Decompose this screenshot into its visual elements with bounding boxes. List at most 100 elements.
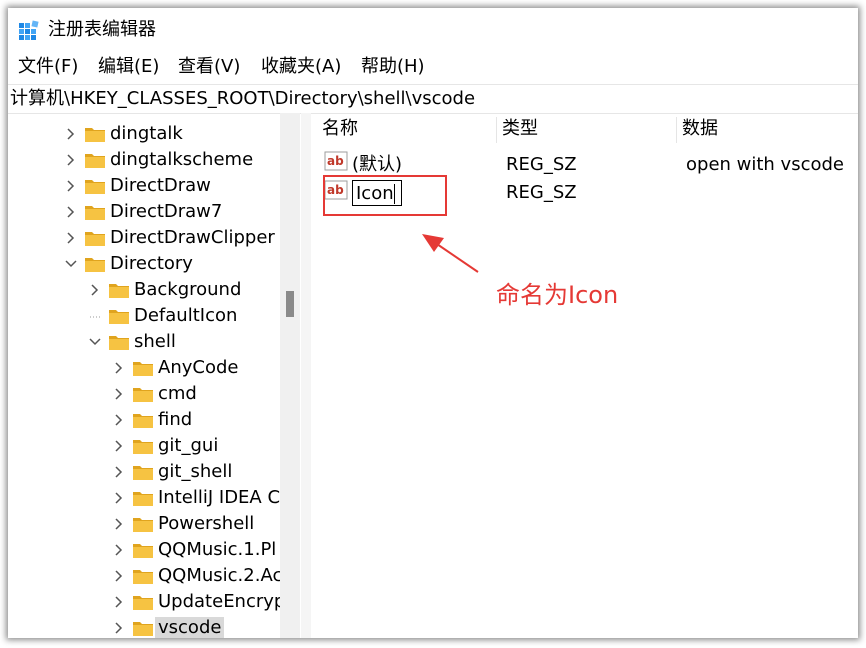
chevron-right-icon[interactable] [112, 386, 126, 402]
tree-node-label[interactable]: IntelliJ IDEA C [158, 487, 280, 509]
registry-editor-window: 注册表编辑器 文件(F) 编辑(E) 查看(V) 收藏夹(A) 帮助(H) 计算… [8, 8, 858, 638]
chevron-right-icon[interactable] [112, 620, 126, 636]
tree-node-label[interactable]: shell [134, 331, 176, 353]
tree-node[interactable]: vscode [8, 616, 298, 638]
pane-splitter[interactable] [301, 113, 311, 638]
chevron-right-icon[interactable] [112, 412, 126, 428]
tree-node-label[interactable]: git_gui [158, 435, 218, 457]
value-type: REG_SZ [506, 182, 577, 203]
tree-node[interactable]: IntelliJ IDEA C [8, 486, 298, 512]
folder-icon [133, 544, 153, 558]
column-header-name[interactable]: 名称 [322, 118, 358, 140]
title-bar: 注册表编辑器 [8, 8, 858, 52]
tree-connector-icon [90, 316, 102, 318]
column-header-data[interactable]: 数据 [682, 118, 718, 140]
chevron-right-icon[interactable] [64, 204, 78, 220]
tree-node-label[interactable]: Directory [110, 253, 193, 275]
value-data: open with vscode [686, 154, 844, 175]
menu-favorites[interactable]: 收藏夹(A) [261, 56, 341, 78]
tree-node[interactable]: DirectDraw7 [8, 200, 298, 226]
chevron-right-icon[interactable] [112, 594, 126, 610]
tree-node-label[interactable]: vscode [155, 617, 225, 638]
tree-node[interactable]: DirectDraw [8, 174, 298, 200]
tree-node-label[interactable]: QQMusic.1.Pl [158, 539, 276, 561]
tree-node[interactable]: Powershell [8, 512, 298, 538]
tree-node[interactable]: shell [8, 330, 298, 356]
chevron-right-icon[interactable] [64, 152, 78, 168]
annotation-arrow-icon [422, 234, 479, 273]
annotation-highlight-box [323, 175, 447, 216]
chevron-down-icon[interactable] [88, 334, 102, 350]
value-type: REG_SZ [506, 154, 577, 175]
chevron-right-icon[interactable] [112, 516, 126, 532]
tree-node[interactable]: git_gui [8, 434, 298, 460]
chevron-right-icon[interactable] [64, 178, 78, 194]
folder-icon [85, 206, 105, 220]
tree-scrollbar-thumb[interactable] [286, 291, 294, 317]
tree-node[interactable]: dingtalkscheme [8, 148, 298, 174]
tree-node[interactable]: AnyCode [8, 356, 298, 382]
value-name[interactable]: (默认) [352, 154, 402, 176]
address-path[interactable]: 计算机\HKEY_CLASSES_ROOT\Directory\shell\vs… [10, 88, 475, 110]
folder-icon [85, 128, 105, 142]
column-header-type[interactable]: 类型 [502, 118, 538, 140]
tree-node[interactable]: QQMusic.1.Pl [8, 538, 298, 564]
tree-node[interactable]: Background [8, 278, 298, 304]
tree-node-label[interactable]: DirectDraw7 [110, 201, 222, 223]
tree-node-label[interactable]: find [158, 409, 192, 431]
tree-node-label[interactable]: Powershell [158, 513, 254, 535]
key-tree[interactable]: dingtalk dingtalkscheme DirectDraw DirectDr… [8, 113, 309, 638]
tree-scrollbar[interactable] [280, 113, 300, 638]
tree-node[interactable]: Directory [8, 252, 298, 278]
folder-icon [133, 492, 153, 506]
chevron-right-icon[interactable] [112, 542, 126, 558]
menu-help[interactable]: 帮助(H) [361, 56, 425, 78]
tree-node-label[interactable]: Background [134, 279, 241, 301]
tree-node-label[interactable]: dingtalkscheme [110, 149, 253, 171]
tree-node[interactable]: git_shell [8, 460, 298, 486]
chevron-right-icon[interactable] [64, 230, 78, 246]
folder-icon [133, 570, 153, 584]
tree-node-label[interactable]: QQMusic.2.Ac [158, 565, 282, 587]
tree-node[interactable]: DefaultIcon [8, 304, 298, 330]
tree-node-label[interactable]: cmd [158, 383, 197, 405]
chevron-down-icon[interactable] [64, 256, 78, 272]
folder-icon [133, 596, 153, 610]
folder-icon [85, 232, 105, 246]
address-bar[interactable]: 计算机\HKEY_CLASSES_ROOT\Directory\shell\vs… [8, 84, 858, 114]
registry-editor-icon [19, 20, 39, 40]
svg-text:ab: ab [327, 154, 344, 168]
folder-icon [133, 440, 153, 454]
chevron-right-icon[interactable] [112, 464, 126, 480]
chevron-right-icon[interactable] [112, 490, 126, 506]
annotation-label: 命名为Icon [496, 281, 619, 309]
folder-icon [85, 154, 105, 168]
tree-node-label[interactable]: DefaultIcon [134, 305, 237, 327]
chevron-right-icon[interactable] [112, 360, 126, 376]
menu-view[interactable]: 查看(V) [178, 56, 240, 78]
tree-node-label[interactable]: DirectDrawClipper [110, 227, 275, 249]
tree-node[interactable]: cmd [8, 382, 298, 408]
chevron-right-icon[interactable] [112, 568, 126, 584]
tree-node[interactable]: DirectDrawClipper [8, 226, 298, 252]
tree-node-label[interactable]: AnyCode [158, 357, 238, 379]
tree-node-label[interactable]: DirectDraw [110, 175, 211, 197]
tree-node[interactable]: dingtalk [8, 122, 298, 148]
tree-node[interactable]: UpdateEncryp [8, 590, 298, 616]
tree-node-label[interactable]: git_shell [158, 461, 232, 483]
folder-icon [133, 518, 153, 532]
column-separator[interactable] [496, 117, 497, 143]
tree-node[interactable]: find [8, 408, 298, 434]
folder-icon [109, 336, 129, 350]
column-separator[interactable] [676, 117, 677, 143]
window-title: 注册表编辑器 [48, 19, 156, 40]
menu-bar: 文件(F) 编辑(E) 查看(V) 收藏夹(A) 帮助(H) [8, 52, 858, 82]
tree-node-label[interactable]: dingtalk [110, 123, 183, 145]
chevron-right-icon[interactable] [112, 438, 126, 454]
menu-file[interactable]: 文件(F) [18, 56, 78, 78]
tree-node[interactable]: QQMusic.2.Ac [8, 564, 298, 590]
chevron-right-icon[interactable] [64, 126, 78, 142]
tree-node-label[interactable]: UpdateEncryp [158, 591, 285, 613]
chevron-right-icon[interactable] [88, 282, 102, 298]
menu-edit[interactable]: 编辑(E) [98, 56, 159, 78]
